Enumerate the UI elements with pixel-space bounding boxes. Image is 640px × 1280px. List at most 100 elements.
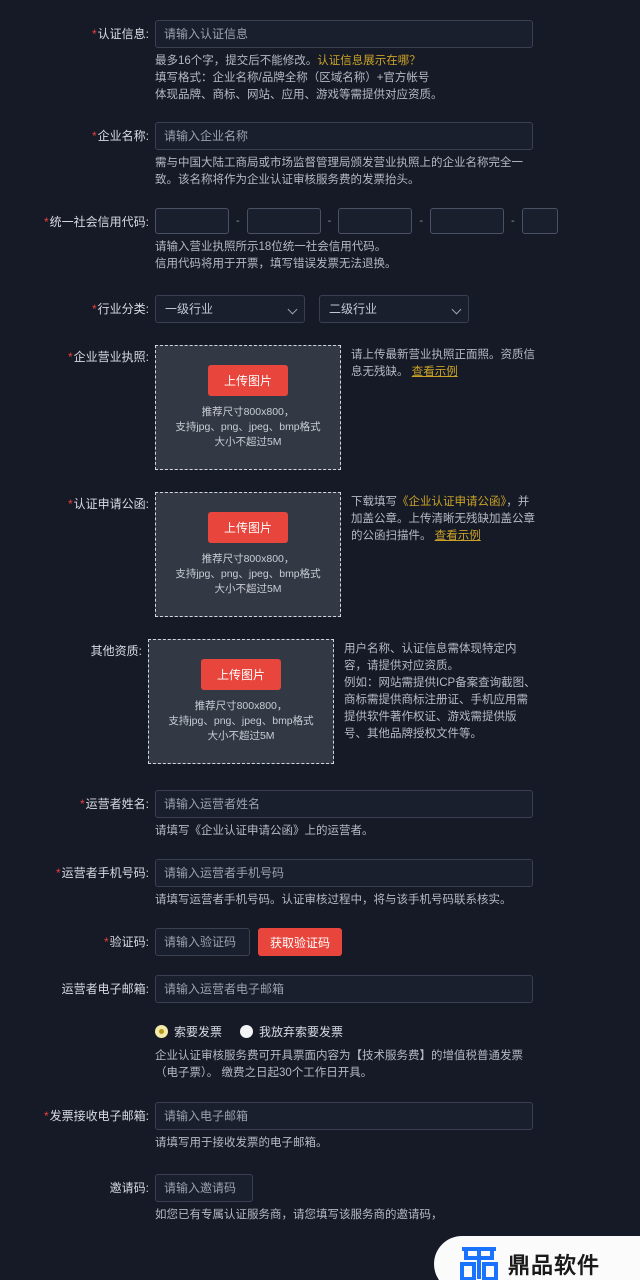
label-text: 认证申请公函: [73,497,149,511]
other-qual-upload-dropzone[interactable]: 上传图片 推荐尺寸800x800， 支持jpg、png、jpeg、bmp格式 大… [148,639,334,764]
label-text: 运营者姓名: [85,797,149,811]
credit-code-separator: - [511,215,515,227]
field-invoice-choice: 索要发票 我放弃索要发票 企业认证审核服务费可开具票面内容为【技术服务费】的增值… [155,1023,640,1082]
required-star-icon: * [79,797,85,811]
required-star-icon: * [103,935,109,949]
note-line-1: 推荐尺寸800x800， [201,406,295,418]
credit-code-hint: 请输入营业执照所示18位统一社会信用代码。 信用代码将用于开票，填写错误发票无法… [155,239,545,273]
license-upload-button[interactable]: 上传图片 [207,365,288,396]
required-star-icon: * [55,866,61,880]
required-star-icon: * [43,1109,49,1123]
credit-code-segments: - - - - [155,208,640,234]
required-star-icon: * [91,27,97,41]
credit-code-segment-1[interactable] [155,208,229,234]
form-row-credit-code: *统一社会信用代码: - - - - 请输入营业执照所示18位统一社会信用代码。… [0,208,640,273]
label-credit-code: *统一社会信用代码: [0,208,155,236]
watermark-text: 鼎品软件 [508,1253,601,1278]
company-name-hint: 需与中国大陆工商局或市场监督管理局颁发营业执照上的企业名称完全一致。该名称将作为… [155,157,523,186]
form-row-letter: *认证申请公函: 上传图片 推荐尺寸800x800， 支持jpg、png、jpe… [0,492,640,617]
company-name-input[interactable] [155,122,533,150]
form-row-cert-info: *认证信息: 最多16个字，提交后不能修改。认证信息展示在哪？ 填写格式：企业名… [0,20,640,104]
form-row-other-qualification: 其他资质: 上传图片 推荐尺寸800x800， 支持jpg、png、jpeg、b… [0,639,640,764]
other-qual-upload-note: 推荐尺寸800x800， 支持jpg、png、jpeg、bmp格式 大小不超过5… [168,699,313,744]
label-cert-info: *认证信息: [0,20,155,48]
label-operator-email: 运营者电子邮箱: [0,975,155,1003]
form-row-operator-name: *运营者姓名: 请填写《企业认证申请公函》上的运营者。 [0,790,640,840]
field-invoice-email: 请填写用于接收发票的电子邮箱。 [155,1102,640,1152]
label-verify-code: *验证码: [0,928,155,956]
invoice-radio-request-label: 索要发票 [174,1025,223,1039]
operator-email-input[interactable] [155,975,533,1003]
other-qual-side-line2: 例如：网站需提供ICP备案查询截图、商标需提供商标注册证、手机应用需提供软件著作… [344,677,536,740]
label-text: 认证信息: [97,27,149,41]
form-row-invoice-choice: 索要发票 我放弃索要发票 企业认证审核服务费可开具票面内容为【技术服务费】的增值… [0,1023,640,1082]
other-qual-upload-button[interactable]: 上传图片 [200,659,281,690]
operator-phone-hint: 请填写运营者手机号码。认证审核过程中，将与该手机号码联系核实。 [155,894,512,906]
label-text: 企业营业执照: [73,350,149,364]
license-side-hint: 请上传最新营业执照正面照。资质信息无残缺。 查看示例 [351,345,537,470]
license-upload-dropzone[interactable]: 上传图片 推荐尺寸800x800， 支持jpg、png、jpeg、bmp格式 大… [155,345,341,470]
label-letter: *认证申请公函: [0,492,155,510]
label-text: 统一社会信用代码: [49,215,149,229]
credit-code-segment-4[interactable] [430,208,505,234]
letter-upload-button[interactable]: 上传图片 [207,512,288,543]
required-star-icon: * [91,302,97,316]
field-operator-email [155,975,640,1003]
letter-side-hint: 下载填写《企业认证申请公函》，并加盖公章。上传清晰无残缺加盖公章的公函扫描件。 … [351,492,537,617]
credit-code-separator: - [327,215,332,227]
cert-info-hint-line2: 填写格式：企业名称/品牌全称（区域名称）+官方帐号 [155,72,430,84]
dingpin-logo-icon [460,1247,498,1280]
invoice-radio-waive[interactable]: 我放弃索要发票 [240,1023,343,1040]
note-line-2: 支持jpg、png、jpeg、bmp格式 [175,421,321,433]
credit-code-hint-line2: 信用代码将用于开票，填写错误发票无法退换。 [155,258,397,270]
invoice-radio-waive-label: 我放弃索要发票 [259,1025,344,1039]
invoice-radio-request[interactable]: 索要发票 [155,1023,222,1040]
form-row-company-name: *企业名称: 需与中国大陆工商局或市场监督管理局颁发营业执照上的企业名称完全一致… [0,122,640,189]
invoice-email-input[interactable] [155,1102,533,1130]
cert-info-display-link[interactable]: 认证信息展示在哪？ [317,55,421,67]
field-industry: 一级行业 二级行业 [155,295,640,323]
operator-phone-input[interactable] [155,859,533,887]
credit-code-separator: - [419,215,424,227]
cert-info-input[interactable] [155,20,533,48]
note-line-2: 支持jpg、png、jpeg、bmp格式 [168,715,314,727]
form-row-operator-email: 运营者电子邮箱: [0,975,640,1003]
operator-name-input[interactable] [155,790,533,818]
operator-name-hint: 请填写《企业认证申请公函》上的运营者。 [155,825,374,837]
verify-code-input[interactable] [155,928,250,956]
industry-primary-select[interactable]: 一级行业 [155,295,305,323]
enterprise-verification-form-page: *认证信息: 最多16个字，提交后不能修改。认证信息展示在哪？ 填写格式：企业名… [0,20,640,1280]
field-operator-name: 请填写《企业认证申请公函》上的运营者。 [155,790,640,840]
label-text: 发票接收电子邮箱: [49,1109,149,1123]
note-line-3: 大小不超过5M [214,583,282,595]
watermark-badge: 鼎品软件 [434,1236,640,1280]
field-operator-phone: 请填写运营者手机号码。认证审核过程中，将与该手机号码联系核实。 [155,859,640,909]
letter-example-link[interactable]: 查看示例 [435,528,481,545]
radio-selected-icon [155,1025,168,1038]
required-star-icon: * [67,350,73,364]
invoice-choice-hint: 企业认证审核服务费可开具票面内容为【技术服务费】的增值税普通发票（电子票）。 缴… [155,1050,523,1079]
letter-upload-dropzone[interactable]: 上传图片 推荐尺寸800x800， 支持jpg、png、jpeg、bmp格式 大… [155,492,341,617]
credit-code-segment-5[interactable] [521,208,558,234]
field-invite-code: 如您已有专属认证服务商，请您填写该服务商的邀请码， [155,1174,640,1224]
invite-code-input[interactable] [155,1174,253,1202]
label-text: 运营者手机号码: [61,866,149,880]
industry-secondary-select[interactable]: 二级行业 [319,295,469,323]
credit-code-segment-3[interactable] [338,208,413,234]
cert-info-hint: 最多16个字，提交后不能修改。认证信息展示在哪？ 填写格式：企业名称/品牌全称（… [155,53,545,104]
letter-document-link[interactable]: 《企业认证申请公函》 [397,496,506,508]
label-company-name: *企业名称: [0,122,155,150]
get-verify-code-button[interactable]: 获取验证码 [258,928,343,956]
industry-secondary-wrap: 二级行业 [319,295,469,323]
label-text: 企业名称: [97,129,149,143]
label-text: 行业分类: [97,302,149,316]
credit-code-segment-2[interactable] [246,208,321,234]
label-industry: *行业分类: [0,295,155,323]
credit-code-separator: - [236,215,240,227]
field-license: 上传图片 推荐尺寸800x800， 支持jpg、png、jpeg、bmp格式 大… [155,345,640,470]
field-letter: 上传图片 推荐尺寸800x800， 支持jpg、png、jpeg、bmp格式 大… [155,492,640,617]
invite-code-hint: 如您已有专属认证服务商，请您填写该服务商的邀请码， [155,1209,443,1221]
credit-code-hint-line1: 请输入营业执照所示18位统一社会信用代码。 [155,241,387,253]
required-star-icon: * [67,497,73,511]
license-example-link[interactable]: 查看示例 [412,366,458,378]
